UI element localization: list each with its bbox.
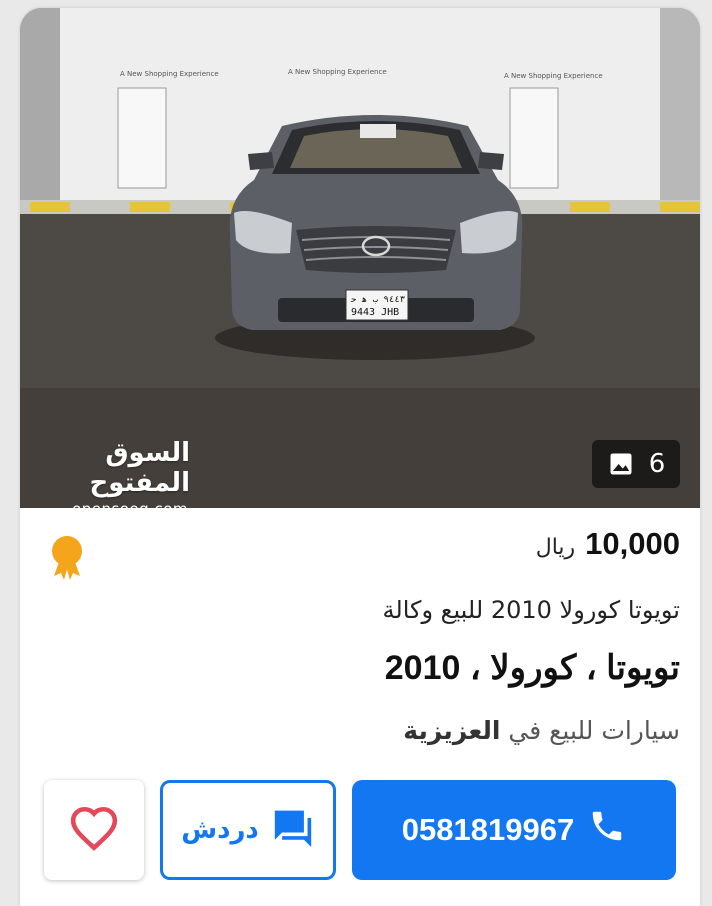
call-button[interactable]: 0581819967 [352,780,676,880]
chat-bubble-icon [271,807,315,854]
photo-count-badge[interactable]: 6 [592,440,680,488]
location-prefix: سيارات للبيع في [508,716,680,745]
action-bar: 0581819967 دردش [20,780,700,880]
listing-photo[interactable]: A New Shopping Experience A New Shopping… [20,8,700,508]
image-icon [607,450,635,478]
opensooq-watermark: السوق المفتوح opensooq.com [42,438,190,508]
svg-text:A New Shopping Experience: A New Shopping Experience [288,68,387,76]
favorite-button[interactable] [44,780,144,880]
svg-text:9443 JHB: 9443 JHB [351,307,399,318]
price-currency: ريال [535,535,576,560]
price: 10,000 ريال [536,526,680,562]
watermark-arabic: السوق المفتوح [89,438,190,498]
photo-count-value: 6 [648,449,666,479]
award-medal-icon [50,534,84,582]
phone-icon [588,807,626,853]
call-label: 0581819967 [401,812,575,847]
listing-location: سيارات للبيع في العزيزية [403,716,680,745]
heart-outline-icon [69,805,119,855]
svg-text:A New Shopping Experience: A New Shopping Experience [120,70,219,78]
listing-specs: تويوتا ، كورولا ، 2010 [384,649,680,687]
price-row: 10,000 ريال [20,520,700,580]
watermark-latin: opensooq.com [42,500,188,508]
listing-card[interactable]: A New Shopping Experience A New Shopping… [20,8,700,906]
listing-title[interactable]: تويوتا كورولا 2010 للبيع وكالة [383,596,680,624]
chat-label: دردش [181,815,259,845]
price-value: 10,000 [585,526,680,561]
svg-text:A New Shopping Experience: A New Shopping Experience [504,72,603,80]
svg-text:٩٤٤٣ ﺏ ﻫ ﺣ: ٩٤٤٣ ﺏ ﻫ ﺣ [350,295,405,305]
location-city[interactable]: العزيزية [403,716,500,745]
chat-button[interactable]: دردش [160,780,336,880]
